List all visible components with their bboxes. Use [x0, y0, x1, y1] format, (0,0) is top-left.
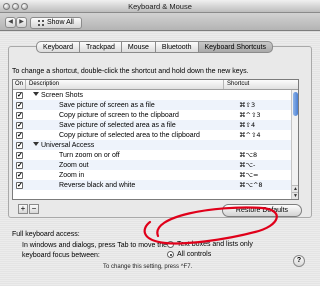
- table-row[interactable]: ✓ Copy picture of selected area to the cl…: [13, 130, 298, 140]
- shortcut-keys[interactable]: ⌘⇧3: [239, 101, 255, 109]
- back-button[interactable]: ◀: [5, 17, 16, 28]
- enabled-checkbox[interactable]: ✓: [16, 141, 23, 149]
- table-row[interactable]: ✓ Save picture of selected area as a file…: [13, 120, 298, 130]
- shortcut-description: Zoom out: [59, 162, 89, 169]
- restore-defaults-button[interactable]: Restore Defaults: [222, 204, 302, 217]
- grid-icon: [38, 20, 44, 26]
- table-body: ✓ Screen Shots ✓ Save picture of screen as …: [13, 90, 298, 190]
- keyboard-access-heading: Full keyboard access:: [12, 231, 80, 238]
- enabled-checkbox[interactable]: ✓: [16, 171, 23, 179]
- shortcut-description-text: Copy picture of screen to the clipboard: [59, 111, 179, 119]
- shortcut-description-text: Zoom in: [59, 171, 85, 179]
- toolbar: ◀ ▶ Show All: [0, 13, 320, 31]
- vertical-scrollbar[interactable]: ▲ ▼: [291, 90, 298, 199]
- shortcut-description-text: Save picture of selected area as a file: [59, 121, 176, 129]
- remove-shortcut-button[interactable]: −: [29, 204, 39, 214]
- shortcut-description: Save picture of screen as a file: [59, 102, 155, 109]
- radio-all-controls[interactable]: All controls: [167, 251, 211, 258]
- column-header-on[interactable]: On: [13, 80, 26, 89]
- shortcut-description-text: Screen Shots: [41, 91, 84, 99]
- show-all-button[interactable]: Show All: [30, 17, 82, 29]
- help-button[interactable]: ?: [293, 255, 305, 267]
- enabled-checkbox[interactable]: ✓: [16, 151, 23, 159]
- shortcut-description-text: Save picture of screen as a file: [59, 101, 155, 109]
- shortcut-description: Universal Access: [33, 141, 95, 149]
- column-header-shortcut[interactable]: Shortcut: [224, 80, 298, 89]
- radio-label: All controls: [177, 251, 212, 258]
- shortcut-keys[interactable]: ⌘^⇧4: [239, 131, 261, 139]
- shortcut-note: To change this setting, press ^F7.: [103, 264, 193, 270]
- enabled-checkbox[interactable]: ✓: [16, 121, 23, 129]
- tab-bar: Keyboard Trackpad Mouse Bluetooth Keyboa…: [36, 41, 273, 53]
- radio-label: Text boxes and lists only: [177, 241, 253, 248]
- disclosure-triangle-icon[interactable]: [33, 91, 39, 96]
- forward-button[interactable]: ▶: [16, 17, 27, 28]
- table-header: On Description Shortcut: [13, 80, 298, 90]
- shortcut-description-text: Reverse black and white: [59, 181, 136, 189]
- preferences-pane: Keyboard Trackpad Mouse Bluetooth Keyboa…: [0, 32, 320, 286]
- scroll-up-arrow-icon[interactable]: ▲: [292, 185, 298, 192]
- shortcut-description-text: Universal Access: [41, 141, 95, 149]
- window-title: Keyboard & Mouse: [128, 2, 192, 11]
- scroll-down-arrow-icon[interactable]: ▼: [292, 192, 298, 199]
- shortcut-description: Zoom in: [59, 172, 84, 179]
- radio-button-selected[interactable]: [167, 251, 174, 258]
- shortcut-description: Save picture of selected area as a file: [59, 122, 176, 129]
- shortcut-description-text: Turn zoom on or off: [59, 151, 120, 159]
- shortcut-keys[interactable]: ⌘⇧4: [239, 121, 255, 129]
- shortcut-description: Turn zoom on or off: [59, 152, 120, 159]
- shortcut-description-text: Zoom out: [59, 161, 89, 169]
- instructions-text: To change a shortcut, double-click the s…: [12, 68, 249, 75]
- enabled-checkbox[interactable]: ✓: [16, 161, 23, 169]
- table-row[interactable]: ✓ Reverse black and white ⌘⌥^8: [13, 180, 298, 190]
- shortcut-description: Screen Shots: [33, 91, 84, 99]
- table-row[interactable]: ✓ Zoom in ⌘⌥=: [13, 170, 298, 180]
- tab-keyboard-shortcuts[interactable]: Keyboard Shortcuts: [198, 41, 273, 53]
- add-shortcut-button[interactable]: +: [18, 204, 28, 214]
- disclosure-triangle-icon[interactable]: [33, 141, 39, 146]
- shortcut-description-text: Copy picture of selected area to the cli…: [59, 131, 200, 139]
- enabled-checkbox[interactable]: ✓: [16, 111, 23, 119]
- shortcut-description: Reverse black and white: [59, 182, 135, 189]
- table-row[interactable]: ✓ Save picture of screen as a file ⌘⇧3: [13, 100, 298, 110]
- table-row[interactable]: ✓ Turn zoom on or off ⌘⌥8: [13, 150, 298, 160]
- shortcut-description: Copy picture of selected area to the cli…: [59, 132, 200, 139]
- table-group-row[interactable]: ✓ Universal Access: [13, 140, 298, 150]
- shortcut-keys[interactable]: ⌘⌥8: [239, 151, 257, 159]
- enabled-checkbox[interactable]: ✓: [16, 181, 23, 189]
- tab-trackpad[interactable]: Trackpad: [79, 41, 122, 53]
- radio-text-boxes-lists[interactable]: Text boxes and lists only: [167, 241, 253, 248]
- tab-mouse[interactable]: Mouse: [121, 41, 156, 53]
- shortcut-keys[interactable]: ⌘⌥-: [239, 161, 255, 169]
- radio-button[interactable]: [167, 241, 174, 248]
- shortcut-description: Copy picture of screen to the clipboard: [59, 112, 179, 119]
- scroll-thumb[interactable]: [293, 92, 298, 116]
- table-row[interactable]: ✓ Zoom out ⌘⌥-: [13, 160, 298, 170]
- shortcut-keys[interactable]: ⌘⌥=: [239, 171, 258, 179]
- table-row[interactable]: ✓ Copy picture of screen to the clipboard…: [13, 110, 298, 120]
- shortcut-keys[interactable]: ⌘^⇧3: [239, 111, 261, 119]
- column-header-description[interactable]: Description: [26, 80, 224, 89]
- enabled-checkbox[interactable]: ✓: [16, 131, 23, 139]
- enabled-checkbox[interactable]: ✓: [16, 91, 23, 99]
- enabled-checkbox[interactable]: ✓: [16, 101, 23, 109]
- keyboard-access-description: In windows and dialogs, press Tab to mov…: [22, 242, 168, 259]
- window-titlebar: Keyboard & Mouse: [0, 0, 320, 13]
- tab-keyboard[interactable]: Keyboard: [36, 41, 80, 53]
- tab-bluetooth[interactable]: Bluetooth: [155, 41, 199, 53]
- show-all-label: Show All: [47, 19, 74, 26]
- table-group-row[interactable]: ✓ Screen Shots: [13, 90, 298, 100]
- shortcut-keys[interactable]: ⌘⌥^8: [239, 181, 263, 189]
- shortcuts-table: On Description Shortcut ✓ Screen Shots ✓ Sa…: [12, 79, 299, 200]
